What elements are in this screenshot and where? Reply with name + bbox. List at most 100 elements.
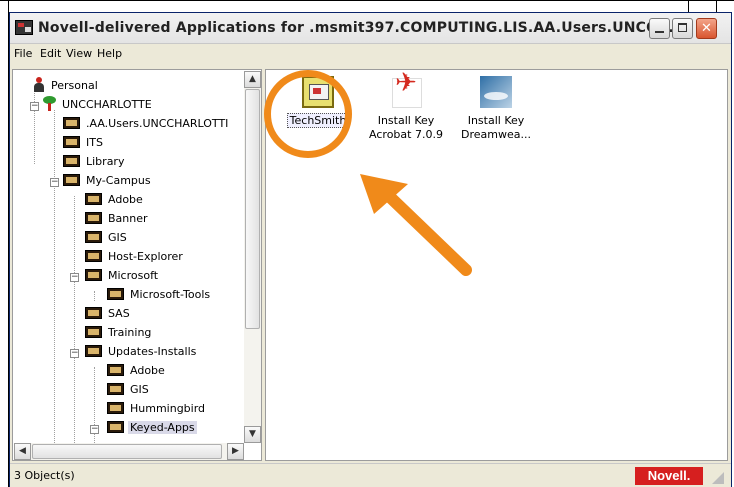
tree-connector — [74, 196, 75, 445]
app-install-key-acrobat[interactable]: Install Key Acrobat 7.0.9 — [364, 76, 448, 142]
tree-vertical-scrollbar[interactable]: ▲ ▼ — [244, 71, 261, 443]
title-bar[interactable]: Novell-delivered Applications for .msmit… — [10, 13, 731, 44]
folder-icon — [85, 345, 102, 357]
menu-file[interactable]: File — [14, 47, 32, 60]
tree-item-label: Personal — [51, 79, 98, 92]
app-label: Install Key Acrobat 7.0.9 — [369, 114, 443, 141]
tree-item-label: Adobe — [108, 193, 143, 206]
menu-bar: File Edit View Help — [10, 44, 731, 66]
tree-item-microsoft[interactable]: Microsoft — [85, 266, 160, 285]
folder-icon — [85, 269, 102, 281]
scroll-right-button[interactable]: ▶ — [227, 443, 244, 460]
folder-icon — [85, 212, 102, 224]
tree-item-aa-users[interactable]: .AA.Users.UNCCHARLOTTI — [63, 114, 230, 133]
tree-item-label: GIS — [130, 383, 149, 396]
collapse-toggle[interactable]: − — [30, 102, 39, 111]
app-install-key-dreamweaver[interactable]: Install Key Dreamwea... — [454, 76, 538, 142]
resize-grip[interactable] — [710, 470, 724, 484]
tree-item-adobe[interactable]: Adobe — [85, 190, 145, 209]
collapse-toggle[interactable]: − — [70, 349, 79, 358]
document-frame-top — [0, 0, 734, 1]
tree-connector — [54, 110, 55, 445]
tree-item-label: Hummingbird — [130, 402, 206, 415]
menu-view[interactable]: View — [66, 47, 92, 60]
window-title: Novell-delivered Applications for .msmit… — [38, 20, 686, 36]
folder-icon — [85, 307, 102, 319]
tree-item-label: Microsoft-Tools — [130, 288, 211, 301]
tree-item-label: GIS — [108, 231, 127, 244]
collapse-toggle[interactable]: − — [70, 273, 79, 282]
annotation-arrow — [360, 174, 472, 276]
folder-icon — [85, 326, 102, 338]
tree-item-unccharlotte[interactable]: UNCCHARLOTTE — [43, 95, 154, 114]
collapse-toggle[interactable]: − — [90, 425, 99, 434]
folder-icon — [107, 288, 124, 300]
novell-logo: Novell. — [635, 467, 703, 485]
folder-icon — [63, 136, 80, 148]
minimize-button[interactable] — [649, 18, 670, 39]
folder-icon — [107, 402, 124, 414]
app-window-icon[interactable] — [15, 20, 33, 35]
folder-icon — [107, 383, 124, 395]
tree-item-updates-installs[interactable]: Updates-Installs — [85, 342, 198, 361]
tree-connector — [94, 291, 95, 301]
tree-horizontal-scrollbar[interactable]: ◀ ▶ — [14, 443, 244, 460]
tree-item-label: Microsoft — [108, 269, 159, 282]
arrow-shaft — [385, 192, 472, 276]
status-object-count: 3 Object(s) — [14, 469, 75, 482]
tree-item-microsoft-tools[interactable]: Microsoft-Tools — [107, 285, 212, 304]
app-window: Novell-delivered Applications for .msmit… — [9, 12, 732, 487]
collapse-toggle[interactable]: − — [50, 178, 59, 187]
tree-item-keyed-apps[interactable]: Keyed-Apps — [107, 418, 197, 437]
tree-item-host-explorer[interactable]: Host-Explorer — [85, 247, 185, 266]
close-button[interactable]: ✕ — [696, 18, 717, 39]
scroll-thumb[interactable] — [245, 89, 260, 329]
folder-tree-pane[interactable]: Personal − UNCCHARLOTTE .AA.Users.UNCCHA… — [12, 69, 262, 461]
tree-item-label: Banner — [108, 212, 148, 225]
tree-item-gis[interactable]: GIS — [85, 228, 129, 247]
folder-icon — [107, 364, 124, 376]
folder-icon — [63, 155, 80, 167]
tree-item-training[interactable]: Training — [85, 323, 153, 342]
scroll-left-button[interactable]: ◀ — [14, 443, 31, 460]
folder-icon — [107, 421, 124, 433]
close-icon: ✕ — [701, 21, 712, 36]
tree-item-label: Adobe — [130, 364, 165, 377]
tree-item-hummingbird[interactable]: Hummingbird — [107, 399, 207, 418]
person-icon — [33, 77, 45, 92]
status-bar: 3 Object(s) Novell. — [10, 463, 731, 487]
tree-item-banner[interactable]: Banner — [85, 209, 150, 228]
tree-item-gis-installs[interactable]: GIS — [107, 380, 151, 399]
folder-icon — [85, 250, 102, 262]
tree-item-personal[interactable]: Personal — [33, 76, 100, 95]
scroll-up-button[interactable]: ▲ — [244, 71, 261, 88]
scroll-down-button[interactable]: ▼ — [244, 426, 261, 443]
tree-item-library[interactable]: Library — [63, 152, 126, 171]
tree-item-label: Training — [108, 326, 152, 339]
folder-icon — [63, 117, 80, 129]
app-label: Install Key Dreamwea... — [461, 114, 531, 141]
tree-item-label: Host-Explorer — [108, 250, 183, 263]
tree-item-label: My-Campus — [86, 174, 151, 187]
acrobat-icon — [390, 76, 422, 108]
maximize-button[interactable] — [672, 18, 693, 39]
menu-edit[interactable]: Edit — [40, 47, 61, 60]
highlight-circle — [264, 70, 352, 158]
tree-item-its[interactable]: ITS — [63, 133, 105, 152]
menu-help[interactable]: Help — [97, 47, 122, 60]
tree-item-label: Updates-Installs — [108, 345, 197, 358]
tree-item-adobe-installs[interactable]: Adobe — [107, 361, 167, 380]
tree-item-label: Library — [86, 155, 125, 168]
tree-item-sas[interactable]: SAS — [85, 304, 132, 323]
tree-item-label: Keyed-Apps — [128, 421, 197, 434]
horizontal-scroll-thumb[interactable] — [32, 444, 222, 459]
tree-item-label: SAS — [108, 307, 130, 320]
tree-item-my-campus[interactable]: My-Campus — [63, 171, 153, 190]
minimize-icon — [655, 31, 664, 33]
tree-item-label: .AA.Users.UNCCHARLOTTI — [86, 117, 229, 130]
maximize-icon — [678, 23, 687, 32]
organization-tree-icon — [43, 96, 56, 111]
folder-icon — [85, 231, 102, 243]
tree-item-label: UNCCHARLOTTE — [62, 98, 152, 111]
tree-item-label: ITS — [86, 136, 103, 149]
